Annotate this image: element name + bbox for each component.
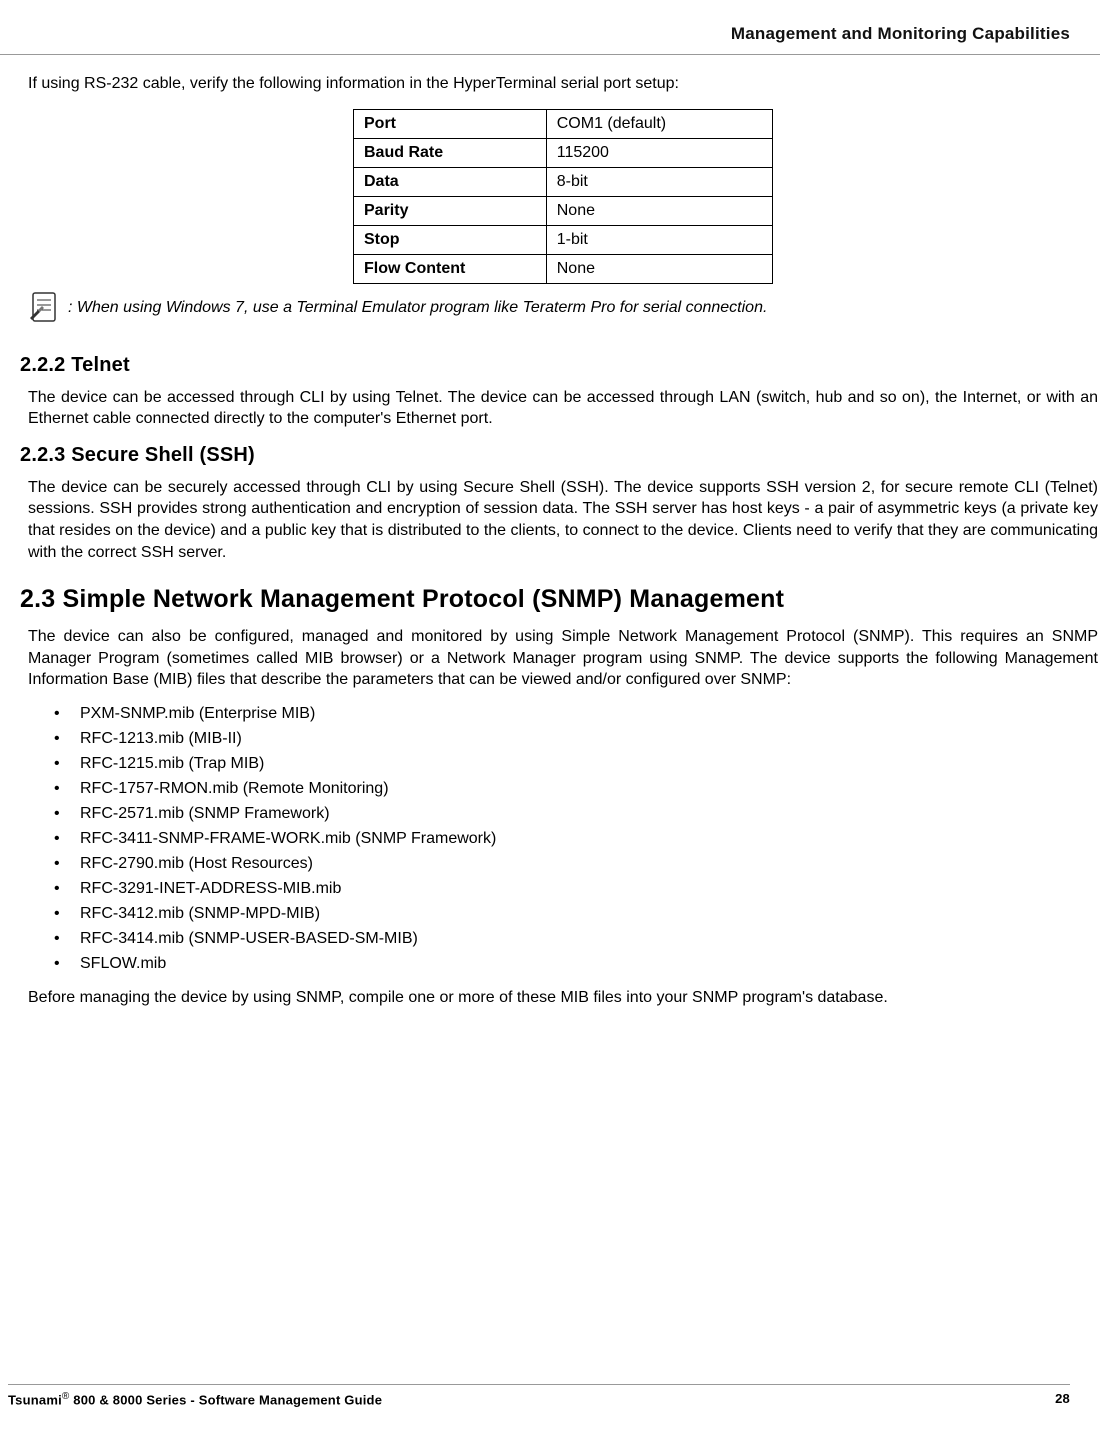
- list-item: RFC-2571.mib (SNMP Framework): [54, 805, 1098, 823]
- table-row: Stop 1-bit: [354, 225, 773, 254]
- footer-title: Tsunami® 800 & 8000 Series - Software Ma…: [8, 1391, 382, 1407]
- page-number: 28: [1055, 1391, 1070, 1407]
- serial-port-table: Port COM1 (default) Baud Rate 115200 Dat…: [353, 109, 773, 284]
- footer-divider: [8, 1384, 1070, 1385]
- list-item: RFC-3291-INET-ADDRESS-MIB.mib: [54, 880, 1098, 898]
- list-item: RFC-1213.mib (MIB-II): [54, 730, 1098, 748]
- list-item: RFC-2790.mib (Host Resources): [54, 855, 1098, 873]
- heading-snmp: 2.3 Simple Network Management Protocol (…: [20, 585, 1100, 614]
- table-row: Baud Rate 115200: [354, 138, 773, 167]
- footer-title-prefix: Tsunami: [8, 1392, 62, 1407]
- table-label: Baud Rate: [354, 138, 547, 167]
- table-value: None: [546, 254, 772, 283]
- note-text: : When using Windows 7, use a Terminal E…: [68, 299, 767, 317]
- list-item: PXM-SNMP.mib (Enterprise MIB): [54, 705, 1098, 723]
- table-value: 8-bit: [546, 167, 772, 196]
- list-item: RFC-3414.mib (SNMP-USER-BASED-SM-MIB): [54, 930, 1098, 948]
- table-value: 115200: [546, 138, 772, 167]
- list-item: RFC-3412.mib (SNMP-MPD-MIB): [54, 905, 1098, 923]
- footer-title-suffix: 800 & 8000 Series - Software Management …: [69, 1392, 382, 1407]
- paragraph-snmp-closing: Before managing the device by using SNMP…: [28, 987, 1098, 1009]
- list-item: RFC-1757-RMON.mib (Remote Monitoring): [54, 780, 1098, 798]
- mib-list: PXM-SNMP.mib (Enterprise MIB) RFC-1213.m…: [54, 705, 1098, 973]
- table-row: Port COM1 (default): [354, 109, 773, 138]
- list-item: SFLOW.mib: [54, 955, 1098, 973]
- table-label: Stop: [354, 225, 547, 254]
- table-row: Data 8-bit: [354, 167, 773, 196]
- list-item: RFC-3411-SNMP-FRAME-WORK.mib (SNMP Frame…: [54, 830, 1098, 848]
- table-value: None: [546, 196, 772, 225]
- header-divider: [0, 54, 1100, 55]
- table-row: Parity None: [354, 196, 773, 225]
- table-value: COM1 (default): [546, 109, 772, 138]
- paragraph-ssh: The device can be securely accessed thro…: [28, 477, 1098, 563]
- running-header: Management and Monitoring Capabilities: [0, 24, 1100, 54]
- page-footer: Tsunami® 800 & 8000 Series - Software Ma…: [0, 1384, 1100, 1407]
- table-row: Flow Content None: [354, 254, 773, 283]
- table-label: Data: [354, 167, 547, 196]
- intro-paragraph: If using RS-232 cable, verify the follow…: [28, 73, 1098, 95]
- paragraph-telnet: The device can be accessed through CLI b…: [28, 387, 1098, 430]
- table-label: Flow Content: [354, 254, 547, 283]
- heading-ssh: 2.2.3 Secure Shell (SSH): [20, 444, 1100, 467]
- table-label: Parity: [354, 196, 547, 225]
- note-icon: [28, 290, 62, 326]
- table-value: 1-bit: [546, 225, 772, 254]
- heading-telnet: 2.2.2 Telnet: [20, 354, 1100, 377]
- table-label: Port: [354, 109, 547, 138]
- note-block: : When using Windows 7, use a Terminal E…: [28, 290, 1098, 326]
- list-item: RFC-1215.mib (Trap MIB): [54, 755, 1098, 773]
- paragraph-snmp: The device can also be configured, manag…: [28, 626, 1098, 691]
